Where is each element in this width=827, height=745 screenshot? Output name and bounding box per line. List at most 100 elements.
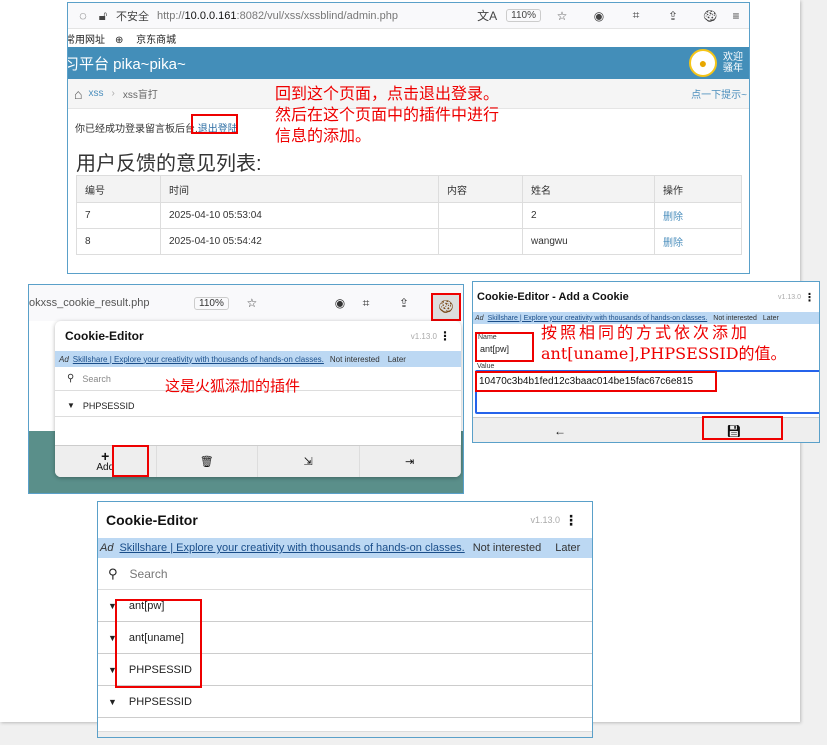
table-cell: 2025-04-10 05:53:04 (160, 202, 439, 229)
version-label: v1.13.0 (410, 331, 437, 341)
value-label: Value (477, 363, 495, 370)
cookie-list-result-screenshot: Cookie-Editor v1.13.0 ⋮ Ad Skillshare | … (97, 501, 593, 738)
column-header: 操作 (654, 175, 742, 203)
lock-warning-icon: 🔓︎ (98, 7, 108, 23)
breadcrumb-page: xss盲打 (122, 90, 158, 101)
column-header: 姓名 (522, 175, 655, 203)
list-title: 用户反馈的意见列表: (76, 153, 262, 175)
breadcrumb-separator: › (111, 88, 115, 99)
cookie-editor-popup-screenshot: okxss_cookie_result.php 110% ☆ ◉ ⌗ ⇪ 🍪︎ … (28, 284, 464, 494)
translate-icon[interactable]: 文A (474, 7, 500, 24)
chevron-down-icon: ▼ (67, 401, 75, 410)
cookie-icon[interactable]: 🍪︎ (697, 9, 723, 23)
cookie-item[interactable]: ▼ PHPSESSID (55, 395, 461, 417)
search-input[interactable]: ⚲ Search (98, 558, 592, 590)
annotation-plugin-note: 这是火狐添加的插件 (165, 377, 301, 395)
url-text[interactable]: okxss_cookie_result.php (29, 297, 194, 309)
more-options-icon[interactable]: ⋮ (564, 512, 578, 529)
table-row: 8 2025-04-10 05:54:42 wangwu 删除 (76, 228, 742, 255)
star-icon[interactable]: ☆ (549, 9, 575, 23)
save-highlight-box (702, 416, 783, 440)
export-icon: ⇥ (405, 456, 415, 468)
export-button[interactable]: ⇥ (360, 446, 461, 477)
column-header: 内容 (438, 175, 523, 203)
table-cell: wangwu (522, 228, 655, 255)
account-icon[interactable]: ◉ (327, 296, 353, 310)
home-icon[interactable]: ⌂ (74, 86, 82, 102)
table-cell (438, 228, 523, 255)
site-header: 习平台 pika~pika~ ● 欢迎 骚年 (67, 47, 749, 79)
version-label: v1.13.0 (778, 293, 801, 301)
later-button[interactable]: Later (555, 542, 580, 554)
import-icon: ⇲ (303, 456, 313, 468)
account-icon[interactable]: ◉ (575, 9, 623, 23)
plus-icon: + (101, 447, 110, 464)
extensions-icon[interactable]: ⇪ (649, 9, 697, 23)
url-text[interactable]: http://10.0.0.161:8082/vul/xss/xssblind/… (157, 10, 398, 22)
annotation-step1: 回到这个页面，点击退出登录。 然后在这个页面中的插件中进行 信息的添加。 (275, 84, 500, 145)
not-interested-button[interactable]: Not interested (713, 315, 757, 322)
editor-title: Cookie-Editor v1.13.0 ⋮ (65, 329, 451, 343)
breadcrumb-section[interactable]: xss (88, 88, 103, 99)
column-header: 编号 (76, 175, 161, 203)
not-interested-button[interactable]: Not interested (473, 542, 541, 554)
more-options-icon[interactable]: ⋮ (439, 329, 451, 343)
table-cell: 8 (76, 228, 161, 255)
cookie-item[interactable]: ▼ PHPSESSID (98, 686, 592, 718)
bookmark-item[interactable]: 常用网址 (68, 31, 105, 46)
table-cell: 2 (522, 202, 655, 229)
user-welcome[interactable]: ● 欢迎 骚年 (689, 49, 743, 77)
table-cell: 7 (76, 202, 161, 229)
later-button[interactable]: Later (763, 315, 779, 322)
delete-link[interactable]: 删除 (654, 202, 742, 229)
avatar: ● (689, 49, 717, 77)
editor-title: Cookie-Editor v1.13.0 ⋮ (106, 511, 578, 529)
column-header: 时间 (160, 175, 439, 203)
globe-icon: ⊕ (115, 34, 124, 46)
menu-icon[interactable]: ≡ (723, 9, 749, 23)
editor-footer (98, 731, 592, 737)
url-bar[interactable]: ◌ 🔓︎ 不安全 http://10.0.0.161:8082/vul/xss/… (68, 3, 749, 29)
star-icon[interactable]: ☆ (239, 296, 265, 310)
trash-icon: 🗑︎ (199, 456, 214, 468)
version-label: v1.13.0 (530, 515, 560, 525)
import-button[interactable]: ⇲ (258, 446, 360, 477)
arrow-left-icon: ← (554, 424, 566, 438)
bookmark-item[interactable]: ⊕ 京东商城 (115, 31, 186, 46)
site-title: 习平台 pika~pika~ (67, 55, 186, 73)
delete-link[interactable]: 删除 (654, 228, 742, 255)
table-row: 7 2025-04-10 05:53:04 2 删除 (76, 202, 742, 229)
search-icon: ⚲ (67, 373, 75, 384)
crop-icon[interactable]: ⌗ (353, 296, 379, 311)
hint-link[interactable]: 点一下提示~ (691, 86, 747, 101)
name-highlight-box (475, 332, 534, 362)
not-interested-button[interactable]: Not interested (330, 355, 380, 364)
value-highlight-box (475, 371, 717, 392)
delete-all-button[interactable]: 🗑︎ (157, 446, 258, 477)
zoom-level[interactable]: 110% (194, 296, 229, 310)
add-cookie-title: Cookie-Editor - Add a Cookie v1.13.0 ⋮ (477, 291, 815, 304)
chevron-down-icon: ▼ (108, 696, 117, 707)
later-button[interactable]: Later (388, 355, 406, 364)
table-cell (438, 202, 523, 229)
feedback-table: 编号 时间 内容 姓名 操作 7 2025-04-10 05:53:04 2 删… (76, 175, 742, 255)
cookie-editor-extension-icon[interactable]: 🍪︎ (431, 293, 461, 321)
ad-link[interactable]: Skillshare | Explore your creativity wit… (488, 315, 708, 322)
ad-banner: Ad Skillshare | Explore your creativity … (55, 351, 461, 367)
crop-icon[interactable]: ⌗ (623, 8, 649, 23)
more-options-icon[interactable]: ⋮ (804, 291, 815, 304)
browser-toolbar: okxss_cookie_result.php 110% ☆ ◉ ⌗ ⇪ (29, 285, 463, 321)
back-button[interactable]: ← (473, 418, 647, 442)
bookmarks-bar: 常用网址 ⊕ 京东商城 (68, 29, 749, 47)
search-icon: ⚲ (108, 565, 118, 581)
shield-icon: ◌ (79, 8, 87, 23)
zoom-level[interactable]: 110% (506, 9, 541, 22)
ad-link[interactable]: Skillshare | Explore your creativity wit… (119, 542, 464, 554)
annotation-add-instructions: 按照相同的方式依次添加 ant[uname],PHPSESSID的值。 (541, 323, 787, 363)
add-button-highlight-box (112, 445, 149, 477)
ad-link[interactable]: Skillshare | Explore your creativity wit… (73, 355, 324, 364)
extensions-icon[interactable]: ⇪ (379, 296, 429, 310)
table-cell: 2025-04-10 05:54:42 (160, 228, 439, 255)
ad-banner: Ad Skillshare | Explore your creativity … (98, 538, 592, 558)
logout-highlight-box (191, 114, 238, 134)
